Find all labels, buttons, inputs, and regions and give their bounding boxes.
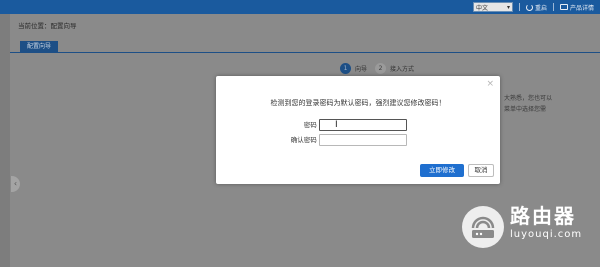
topbar-divider <box>552 3 554 11</box>
reboot-button[interactable]: 重启 <box>525 3 547 12</box>
language-select-value: 中文 <box>475 4 488 12</box>
confirm-password-row: 确认密码* <box>216 134 500 146</box>
watermark-subtitle: luyouqi.com <box>510 229 583 240</box>
step-label: 向导 <box>355 66 368 73</box>
step-label: 接入方式 <box>390 66 415 73</box>
confirm-password-label: 确认密码* <box>291 134 322 146</box>
product-details-button[interactable]: 产品详情 <box>559 3 594 12</box>
step-number: 2 <box>375 63 387 74</box>
router-logo-icon <box>462 206 504 248</box>
password-row: 密码* Ι <box>216 119 500 131</box>
product-details-label: 产品详情 <box>569 4 594 12</box>
wizard-description: 大熟悉，您也可以 菜单中选择您需 <box>504 93 552 115</box>
reboot-icon <box>525 3 533 11</box>
confirm-password-input[interactable] <box>319 134 407 146</box>
watermark: 路由器 luyouqi.com <box>462 204 594 248</box>
wizard-description-line: 大熟悉，您也可以 <box>504 95 553 102</box>
watermark-title: 路由器 <box>510 204 576 228</box>
watermark-text: 路由器 luyouqi.com <box>510 204 582 242</box>
wizard-description-line: 菜单中选择您需 <box>504 106 547 113</box>
submit-change-button[interactable]: 立即修改 <box>420 164 464 177</box>
tab-config-wizard[interactable]: 配置向导 <box>20 41 59 53</box>
cancel-button[interactable]: 取消 <box>468 164 494 177</box>
password-input[interactable] <box>319 119 407 131</box>
top-bar: 中文 ▾ 重启 产品详情 <box>0 0 600 14</box>
reboot-label: 重启 <box>534 4 547 12</box>
wizard-steps: 1 向导 2 接入方式 <box>340 63 418 74</box>
change-password-dialog: × 检测到您的登录密码为默认密码，强烈建议您修改密码！ 密码* Ι 确认密码* … <box>216 76 500 184</box>
tab-bar: 配置向导 <box>10 38 600 53</box>
product-icon <box>559 4 568 10</box>
chevron-down-icon: ▾ <box>506 3 510 11</box>
step-number: 1 <box>340 63 351 74</box>
left-sidebar-strip <box>0 14 10 267</box>
language-select[interactable]: 中文 ▾ <box>472 2 513 12</box>
dialog-message: 检测到您的登录密码为默认密码，强烈建议您修改密码！ <box>270 99 446 107</box>
text-cursor-icon: Ι <box>335 120 338 130</box>
breadcrumb: 当前位置：配置向导 <box>18 22 77 30</box>
close-icon[interactable]: × <box>486 79 494 89</box>
topbar-divider <box>518 3 520 11</box>
